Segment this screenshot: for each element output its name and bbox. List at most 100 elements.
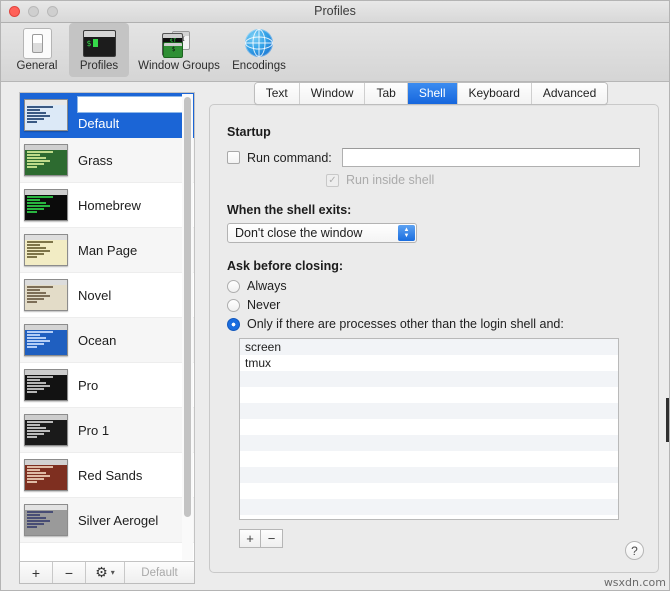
radio-button[interactable] bbox=[227, 298, 240, 312]
tab-keyboard[interactable]: Keyboard bbox=[457, 83, 532, 104]
profile-list[interactable]: Default Grass Homebrew Man Page Novel Ocean Pr… bbox=[20, 93, 194, 561]
preferences-toolbar: General $ Profiles $I $I $ Window Groups… bbox=[1, 23, 669, 82]
profile-thumbnail bbox=[24, 324, 68, 356]
shell-pane: Startup Run command: ✓ Run inside shell … bbox=[210, 105, 658, 572]
profile-name: Default bbox=[78, 115, 120, 131]
profile-row[interactable]: Pro 1 bbox=[20, 408, 194, 453]
add-process-button[interactable]: + bbox=[239, 529, 261, 548]
profile-name: Pro 1 bbox=[78, 422, 110, 438]
title-bar: Profiles bbox=[1, 1, 669, 23]
add-profile-button[interactable]: + bbox=[20, 562, 53, 583]
process-list[interactable]: screen tmux bbox=[239, 338, 619, 520]
chevron-down-icon: ▾ bbox=[110, 568, 115, 577]
toolbar-item-profiles[interactable]: $ Profiles bbox=[69, 23, 129, 77]
radio-label: Only if there are processes other than t… bbox=[247, 317, 564, 331]
process-list-row[interactable]: screen bbox=[240, 339, 618, 355]
profile-row[interactable]: Man Page bbox=[20, 228, 194, 273]
process-list-row[interactable] bbox=[240, 371, 618, 387]
radio-button[interactable] bbox=[227, 317, 240, 331]
run-inside-shell-checkbox[interactable]: ✓ bbox=[326, 173, 339, 187]
remove-profile-button[interactable]: − bbox=[53, 562, 86, 583]
profile-name: Red Sands bbox=[78, 467, 143, 483]
profile-thumbnail bbox=[24, 504, 68, 536]
profile-row[interactable]: Silver Aerogel bbox=[20, 498, 194, 543]
watermark: wsxdn.com bbox=[603, 576, 666, 589]
profile-name: Grass bbox=[78, 152, 113, 168]
profile-row[interactable]: Ocean bbox=[20, 318, 194, 363]
run-command-input[interactable] bbox=[341, 148, 640, 167]
process-list-row[interactable] bbox=[240, 435, 618, 451]
ask-before-closing-radio-group: Always Never Only if there are processes o… bbox=[227, 279, 640, 331]
profile-list-toolbar: + − ⚙ ▾ Default bbox=[19, 562, 195, 584]
profile-name: Silver Aerogel bbox=[78, 512, 159, 528]
run-inside-shell-label: Run inside shell bbox=[346, 173, 435, 187]
help-button[interactable]: ? bbox=[625, 541, 644, 560]
tab-text[interactable]: Text bbox=[254, 83, 300, 104]
profile-row[interactable]: Default bbox=[20, 93, 194, 138]
profile-row[interactable]: Pro bbox=[20, 363, 194, 408]
toggle-switch-icon bbox=[7, 27, 67, 59]
tab-tab[interactable]: Tab bbox=[365, 83, 408, 104]
profile-list-scrollbar[interactable] bbox=[182, 94, 193, 560]
profile-name: Pro bbox=[78, 377, 99, 393]
profile-row[interactable]: Homebrew bbox=[20, 183, 194, 228]
radio-option[interactable]: Always bbox=[227, 279, 640, 293]
toolbar-label-encodings: Encodings bbox=[232, 60, 286, 72]
run-command-checkbox[interactable] bbox=[227, 151, 240, 164]
shell-settings-panel: Startup Run command: ✓ Run inside shell … bbox=[209, 104, 659, 573]
profile-thumbnail bbox=[24, 414, 68, 446]
window-title: Profiles bbox=[314, 4, 356, 18]
process-list-row[interactable] bbox=[240, 451, 618, 467]
terminal-window-icon: $ bbox=[69, 27, 129, 59]
process-list-row[interactable] bbox=[240, 499, 618, 515]
radio-label: Never bbox=[247, 298, 281, 312]
toolbar-item-window-groups[interactable]: $I $I $ Window Groups bbox=[131, 23, 227, 72]
radio-option[interactable]: Only if there are processes other than t… bbox=[227, 317, 640, 331]
profile-thumbnail bbox=[24, 369, 68, 401]
profile-row[interactable]: Red Sands bbox=[20, 453, 194, 498]
profile-name-input[interactable] bbox=[77, 96, 187, 113]
radio-option[interactable]: Never bbox=[227, 298, 640, 312]
profile-row[interactable]: Grass bbox=[20, 138, 194, 183]
profile-actions-button[interactable]: ⚙ ▾ bbox=[86, 562, 125, 583]
process-list-row[interactable] bbox=[240, 467, 618, 483]
gear-icon: ⚙ bbox=[95, 564, 108, 580]
scrollbar-thumb[interactable] bbox=[184, 97, 191, 517]
toolbar-item-encodings[interactable]: Encodings bbox=[229, 23, 289, 72]
process-list-row[interactable] bbox=[240, 387, 618, 403]
profile-list-panel: Default Grass Homebrew Man Page Novel Ocean Pr… bbox=[19, 92, 195, 562]
main-area: Default Grass Homebrew Man Page Novel Ocean Pr… bbox=[1, 82, 669, 590]
run-command-row: Run command: bbox=[227, 148, 640, 167]
window-group-icon: $I $I $ bbox=[131, 27, 227, 59]
radio-label: Always bbox=[247, 279, 287, 293]
shell-exits-select[interactable]: Don't close the window ▲ ▼ bbox=[227, 223, 417, 243]
toolbar-label-window-groups: Window Groups bbox=[138, 60, 220, 72]
tab-window[interactable]: Window bbox=[299, 83, 366, 104]
process-list-row[interactable] bbox=[240, 483, 618, 499]
profile-thumbnail bbox=[24, 144, 68, 176]
toolbar-label-profiles: Profiles bbox=[79, 60, 119, 72]
run-inside-shell-row: ✓ Run inside shell bbox=[326, 173, 640, 187]
profile-name: Man Page bbox=[78, 242, 138, 258]
process-list-row[interactable]: tmux bbox=[240, 355, 618, 371]
process-list-toolbar: + − bbox=[239, 529, 640, 548]
startup-section-title: Startup bbox=[227, 125, 271, 139]
remove-process-button[interactable]: − bbox=[261, 529, 283, 548]
tab-shell[interactable]: Shell bbox=[407, 83, 458, 104]
radio-button[interactable] bbox=[227, 279, 240, 293]
window-edge-marker bbox=[666, 398, 669, 442]
process-list-row[interactable] bbox=[240, 403, 618, 419]
settings-tab-bar: Text Window Tab Shell Keyboard Advanced bbox=[209, 82, 653, 105]
preferences-window: Profiles General $ Profiles $I $I $ W bbox=[0, 0, 670, 591]
profile-name: Ocean bbox=[78, 332, 117, 348]
tab-advanced[interactable]: Advanced bbox=[531, 83, 608, 104]
profile-thumbnail bbox=[24, 99, 68, 131]
set-default-button[interactable]: Default bbox=[125, 562, 194, 583]
toolbar-item-general[interactable]: General bbox=[7, 23, 67, 72]
profile-thumbnail bbox=[24, 459, 68, 491]
profile-row[interactable]: Novel bbox=[20, 273, 194, 318]
process-list-row[interactable] bbox=[240, 419, 618, 435]
profile-thumbnail bbox=[24, 189, 68, 221]
run-command-label: Run command: bbox=[247, 150, 332, 165]
profile-thumbnail bbox=[24, 279, 68, 311]
